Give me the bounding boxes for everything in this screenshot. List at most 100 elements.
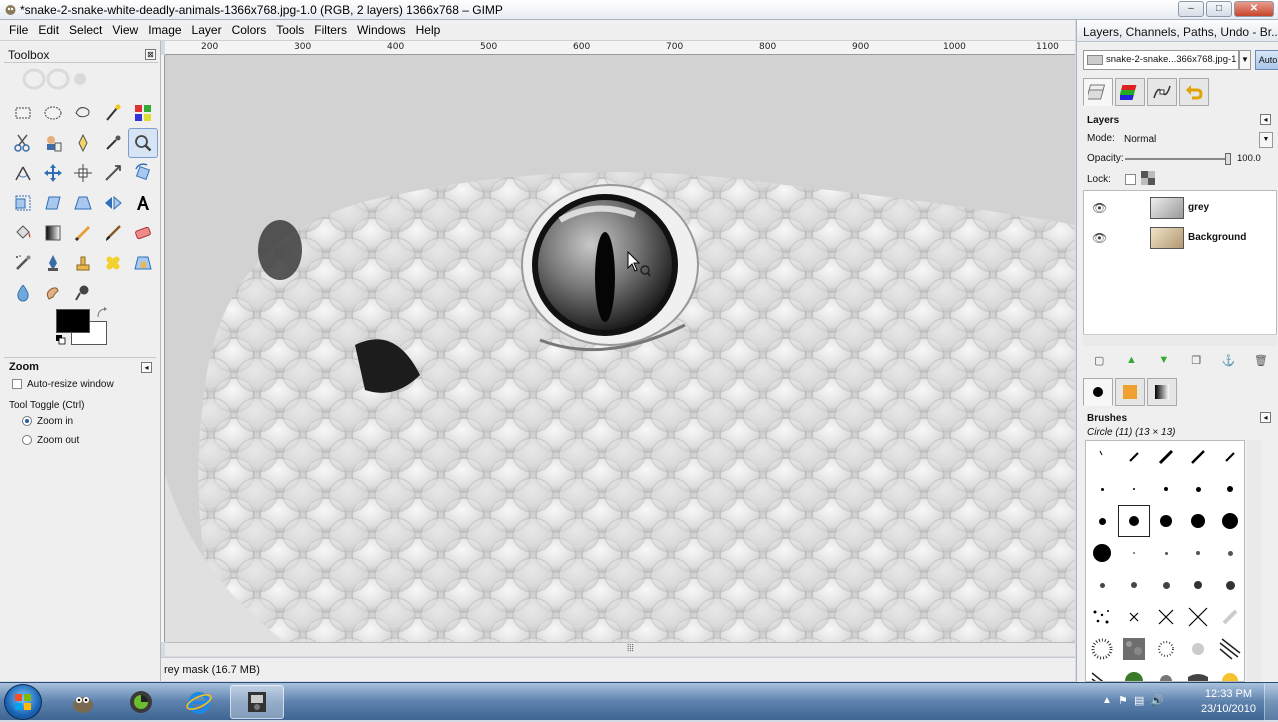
smudge-icon[interactable]	[38, 278, 68, 308]
layer-row-background[interactable]: 👁 Background	[1084, 223, 1278, 253]
lock-alpha-icon[interactable]	[1141, 171, 1155, 185]
opacity-slider-thumb[interactable]	[1225, 153, 1231, 165]
brush-item[interactable]	[1214, 601, 1244, 633]
brush-item[interactable]	[1150, 537, 1182, 569]
brush-item[interactable]	[1150, 505, 1182, 537]
rect-select-icon[interactable]	[8, 98, 38, 128]
start-button[interactable]	[4, 684, 42, 720]
flag-icon[interactable]: ⚑	[1118, 694, 1128, 707]
taskbar-app-internet-explorer[interactable]	[172, 685, 226, 719]
pencil-icon[interactable]	[68, 218, 98, 248]
taskbar-app-gimp-image-window[interactable]	[230, 685, 284, 719]
blend-icon[interactable]	[38, 218, 68, 248]
scissors-icon[interactable]	[8, 128, 38, 158]
gradients-tab-icon[interactable]	[1147, 378, 1177, 406]
menu-windows[interactable]: Windows	[352, 23, 411, 37]
brush-item[interactable]	[1182, 441, 1214, 473]
move-icon[interactable]	[38, 158, 68, 188]
brush-item[interactable]	[1150, 569, 1182, 601]
volume-icon[interactable]: 🔊	[1150, 694, 1164, 707]
brush-item[interactable]	[1118, 665, 1150, 681]
brush-item[interactable]	[1086, 633, 1118, 665]
brush-item[interactable]	[1214, 441, 1244, 473]
brush-item[interactable]	[1182, 505, 1214, 537]
brush-item[interactable]	[1118, 473, 1150, 505]
brush-item[interactable]	[1118, 601, 1150, 633]
raise-layer-icon[interactable]: ▲	[1123, 352, 1139, 368]
brush-item[interactable]	[1214, 569, 1244, 601]
minimize-button[interactable]: –	[1178, 1, 1204, 17]
flip-icon[interactable]	[98, 188, 128, 218]
visibility-eye-icon[interactable]: 👁	[1092, 231, 1107, 245]
foreground-select-icon[interactable]	[38, 128, 68, 158]
blur-icon[interactable]	[8, 278, 38, 308]
duplicate-layer-icon[interactable]: ❐	[1188, 352, 1204, 368]
crop-icon[interactable]	[98, 158, 128, 188]
brush-item[interactable]	[1118, 441, 1150, 473]
rotate-icon[interactable]	[128, 158, 158, 188]
taskbar-app-gimp[interactable]	[56, 685, 110, 719]
brush-item[interactable]	[1214, 473, 1244, 505]
brush-item[interactable]	[1214, 505, 1244, 537]
align-icon[interactable]	[68, 158, 98, 188]
image-selector-dropdown-button[interactable]: ▼	[1239, 50, 1251, 70]
horizontal-ruler[interactable]: 200 300 400 500 600 700 800 900 1000 110…	[165, 41, 1075, 55]
foreground-color-swatch[interactable]	[56, 309, 90, 333]
menu-help[interactable]: Help	[411, 23, 446, 37]
menu-filters[interactable]: Filters	[309, 23, 352, 37]
layer-row-grey[interactable]: 👁 grey	[1084, 193, 1278, 223]
menu-image[interactable]: Image	[143, 23, 186, 37]
mode-dropdown-button[interactable]: ▼	[1259, 132, 1273, 148]
brush-item[interactable]	[1214, 665, 1244, 681]
select-by-color-icon[interactable]	[128, 98, 158, 128]
menu-colors[interactable]: Colors	[227, 23, 272, 37]
brush-item[interactable]	[1118, 537, 1150, 569]
anchor-layer-icon[interactable]: ⚓	[1220, 352, 1236, 368]
brush-item[interactable]	[1150, 473, 1182, 505]
show-desktop-button[interactable]	[1264, 683, 1278, 721]
canvas-horizontal-scrollbar[interactable]: ⦙⦙⦙	[165, 642, 1075, 656]
menu-layer[interactable]: Layer	[187, 23, 227, 37]
network-icon[interactable]: ▤	[1134, 694, 1144, 707]
brush-item[interactable]	[1118, 633, 1150, 665]
taskbar-app-gimp-shortcut[interactable]	[114, 685, 168, 719]
menu-select[interactable]: Select	[64, 23, 107, 37]
paintbrush-icon[interactable]	[98, 218, 128, 248]
zoom-icon[interactable]	[128, 128, 158, 158]
scale-icon[interactable]	[8, 188, 38, 218]
brushes-menu-button[interactable]: ◂	[1260, 412, 1271, 423]
dodge-burn-icon[interactable]	[68, 278, 98, 308]
ink-icon[interactable]	[38, 248, 68, 278]
brush-item[interactable]	[1182, 601, 1214, 633]
brush-item[interactable]	[1214, 633, 1244, 665]
brush-item[interactable]	[1150, 633, 1182, 665]
text-icon[interactable]	[128, 188, 158, 218]
channels-tab-icon[interactable]	[1115, 78, 1145, 106]
perspective-clone-icon[interactable]	[128, 248, 158, 278]
brush-item[interactable]	[1086, 665, 1118, 681]
brush-item[interactable]	[1086, 473, 1118, 505]
brush-item[interactable]	[1086, 601, 1118, 633]
image-selector[interactable]: snake-2-snake...366x768.jpg-1	[1083, 50, 1239, 70]
brush-item[interactable]	[1086, 441, 1118, 473]
maximize-button[interactable]: □	[1206, 1, 1232, 17]
menu-edit[interactable]: Edit	[33, 23, 64, 37]
bucket-fill-icon[interactable]	[8, 218, 38, 248]
opacity-slider[interactable]	[1125, 158, 1229, 160]
free-select-icon[interactable]	[68, 98, 98, 128]
paths-tab-icon[interactable]	[1147, 78, 1177, 106]
delete-layer-icon[interactable]: 🗑	[1253, 352, 1269, 368]
mode-select[interactable]: Normal	[1121, 132, 1271, 148]
measure-icon[interactable]	[8, 158, 38, 188]
brushes-vertical-scrollbar[interactable]	[1247, 440, 1261, 682]
brush-item-selected[interactable]	[1118, 505, 1150, 537]
heal-icon[interactable]	[98, 248, 128, 278]
lock-pixels-checkbox[interactable]	[1125, 174, 1136, 185]
ellipse-select-icon[interactable]	[38, 98, 68, 128]
tool-options-menu-button[interactable]: ◂	[141, 362, 152, 373]
patterns-tab-icon[interactable]	[1115, 378, 1145, 406]
menu-view[interactable]: View	[107, 23, 143, 37]
brush-item[interactable]	[1214, 537, 1244, 569]
auto-button[interactable]: Auto	[1255, 50, 1278, 70]
opacity-value[interactable]: 100.0	[1237, 153, 1261, 164]
